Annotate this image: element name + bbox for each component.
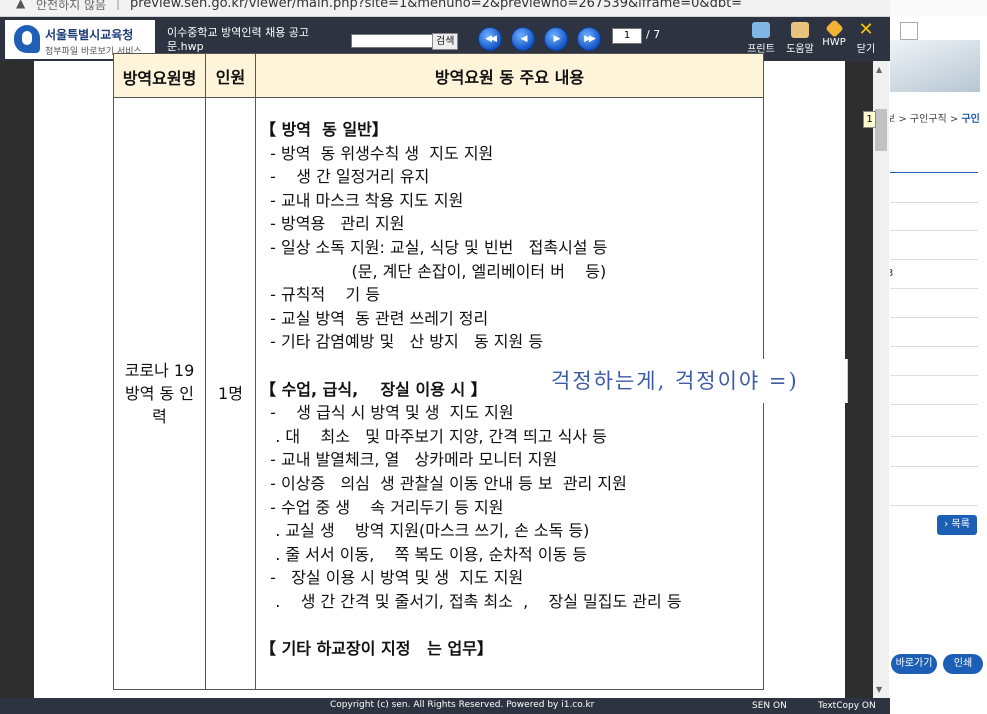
count-cell: 1명	[205, 97, 256, 690]
breadcrumb-path[interactable]: 보 > 구인구직 >	[890, 114, 958, 125]
document-page: 방역요원명 인원 방역요원 동 주요 내용 코로나 19 방역 동 인력 1명 …	[34, 53, 848, 698]
duty-line: - 생 급식 시 방역 및 생 지도 지원	[260, 403, 514, 423]
help-tool-label: 도움말	[786, 44, 814, 55]
decorative-banner	[890, 40, 980, 92]
breadcrumb: 보 > 구인구직 > 구인	[890, 110, 980, 125]
handwritten-annotation: 걱정하는게, 걱정이야 =)	[551, 359, 848, 403]
search-button[interactable]: 검색	[432, 33, 459, 50]
hwp-tool-button[interactable]: HWP	[817, 19, 851, 48]
help-book-icon	[791, 22, 809, 38]
row-divider	[890, 505, 978, 506]
row-divider	[890, 375, 978, 376]
row-divider	[890, 317, 978, 318]
row-divider	[890, 404, 978, 405]
section-heading: 【 기타 하교장이 지정 는 업무】	[260, 639, 493, 659]
list-button[interactable]: › 목록	[937, 515, 977, 535]
url-separator: |	[116, 0, 121, 10]
security-status[interactable]: 안전하지 않음	[36, 0, 106, 13]
window-icon	[900, 22, 918, 40]
duty-line: . 생 간 간격 및 줄서기, 접촉 최소 , 장실 밀집도 관리 등	[260, 591, 682, 611]
row-divider	[890, 288, 978, 289]
duty-line: - 교실 방역 동 관련 쓰레기 정리	[260, 308, 489, 328]
duty-line: - 기타 감염예방 및 산 방지 동 지원 등	[260, 332, 544, 352]
duty-line: - 수업 중 생 속 거리두기 등 지원	[260, 497, 504, 517]
breadcrumb-current: 구인	[961, 114, 980, 125]
duty-line: - 생 간 일정거리 유지	[260, 167, 430, 187]
row-divider	[890, 230, 978, 231]
sen-emblem-icon	[14, 25, 40, 53]
page-indicator-bubble: 1	[863, 111, 876, 128]
double-chevron-left-icon: ◀◀	[485, 34, 497, 44]
row-divider	[890, 466, 978, 467]
row-divider	[890, 346, 978, 347]
duty-line: - 교내 발열체크, 열 상카메라 모니터 지원	[260, 450, 558, 470]
partial-number: 3	[890, 268, 894, 279]
hwp-icon	[824, 19, 844, 38]
duty-line: - 규칙적 기 등	[260, 285, 381, 305]
next-page-button[interactable]: ▶	[544, 27, 568, 51]
footer-copyright: Copyright (c) sen. All Rights Reserved. …	[330, 700, 595, 710]
sen-on-badge: SEN ON	[752, 701, 787, 711]
last-page-button[interactable]: ▶▶	[577, 27, 601, 51]
warning-icon: ▲	[16, 0, 26, 10]
double-chevron-right-icon: ▶▶	[584, 34, 596, 44]
duty-line: - 일상 소독 지원: 교실, 식당 및 빈번 접촉시설 등	[260, 237, 608, 257]
close-tool-label: 닫기	[856, 44, 876, 55]
background-top-strip	[890, 0, 987, 16]
row-divider	[890, 259, 978, 260]
duty-line: - 이상증 의심 생 관찰실 이동 안내 등 보 관리 지원	[260, 473, 627, 493]
close-icon: ✕	[858, 19, 874, 40]
duty-line: . 줄 서서 이동, 쪽 복도 이용, 순차적 이동 등	[260, 544, 588, 564]
header-role: 방역요원명	[113, 53, 206, 98]
hwp-tool-label: HWP	[822, 37, 846, 48]
role-cell: 코로나 19 방역 동 인력	[113, 97, 206, 690]
page-total: / 7	[646, 28, 661, 41]
vertical-scrollbar[interactable]: ▲ ▼	[873, 61, 889, 698]
address-url[interactable]: preview.sen.go.kr/viewer/main.php?site=1…	[130, 0, 742, 11]
chevron-left-icon: ◀	[520, 34, 528, 44]
row-divider	[890, 202, 978, 203]
textcopy-on-badge: TextCopy ON	[818, 701, 876, 711]
duty-line: - 방역 동 위생수칙 생 지도 지원	[260, 143, 494, 163]
duty-line: . 대 최소 및 마주보기 지양, 간격 띄고 식사 등	[260, 426, 607, 446]
scroll-up-icon[interactable]: ▲	[876, 65, 882, 74]
section-rule	[890, 172, 978, 173]
close-tool-button[interactable]: ✕ 닫기	[849, 19, 883, 56]
print-tool-button[interactable]: 프린트	[744, 22, 778, 55]
printer-icon	[752, 22, 770, 38]
chevron-right-icon: ▶	[553, 34, 561, 44]
section-heading: 【 방역 동 일반】	[260, 120, 388, 139]
page-number-input[interactable]: 1	[612, 28, 642, 44]
go-button[interactable]: 바로가기	[891, 654, 937, 674]
duty-line: (문, 계단 손잡이, 엘리베이터 버 등)	[260, 261, 607, 281]
header-count: 인원	[205, 53, 256, 98]
duty-line: - 방역용 관리 지원	[260, 214, 405, 234]
file-name: 이수중학교 방역인력 채용 공고문.hwp	[167, 26, 310, 53]
duty-line: . 교실 생 방역 지원(마스크 쓰기, 손 소독 등)	[260, 521, 590, 541]
browser-address-bar: ▲ 안전하지 않음 | preview.sen.go.kr/viewer/mai…	[0, 0, 890, 17]
header-duties: 방역요원 동 주요 내용	[255, 53, 764, 98]
duty-line: - 장실 이용 시 방역 및 생 지도 지원	[260, 568, 524, 588]
document-viewport: 방역요원명 인원 방역요원 동 주요 내용 코로나 19 방역 동 인력 1명 …	[0, 53, 873, 698]
viewer-footer: Copyright (c) sen. All Rights Reserved. …	[0, 698, 890, 714]
print-button[interactable]: 인쇄	[943, 654, 983, 674]
row-divider	[890, 436, 978, 437]
duty-line: - 교내 마스크 착용 지도 지원	[260, 190, 464, 210]
logo-title: 서울특별시교육청	[45, 28, 134, 42]
role-text: 코로나 19 방역 동 인력	[124, 361, 195, 426]
background-webpage: 보 > 구인구직 > 구인 3 › 목록 바로가기 인쇄	[890, 0, 987, 714]
search-input[interactable]	[351, 34, 433, 48]
prev-page-button[interactable]: ◀	[511, 27, 535, 51]
count-text: 1명	[218, 384, 243, 403]
scrollbar-thumb[interactable]	[875, 109, 887, 151]
scroll-down-icon[interactable]: ▼	[876, 685, 882, 694]
help-tool-button[interactable]: 도움말	[783, 22, 817, 55]
first-page-button[interactable]: ◀◀	[478, 27, 502, 51]
